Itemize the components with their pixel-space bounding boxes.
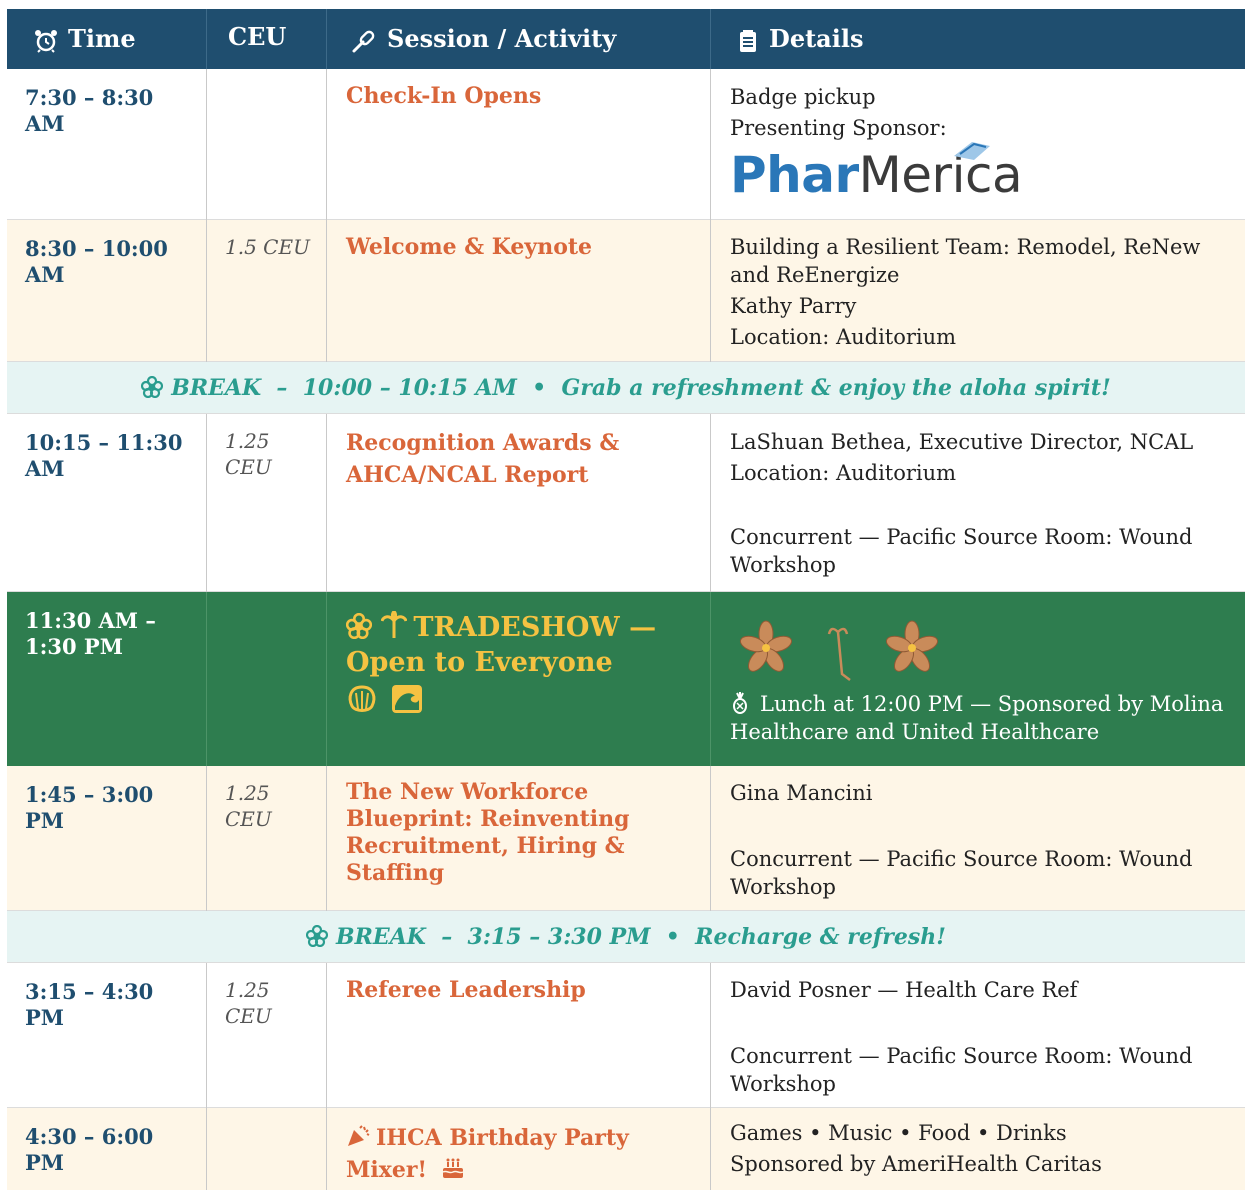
break-label: BREAK – 3:15 – 3:30 PM • Recharge & refr… [336,924,946,950]
table-row: 10:15 – 11:30 AM 1.25 CEU Recognition Aw… [7,414,1245,592]
break-row: BREAK – 10:00 – 10:15 AM • Grab a refres… [7,362,1245,414]
row-ceu: 1.5 CEU [225,235,310,259]
birthday-cake-icon [442,1158,464,1178]
row-details: LaShuan Bethea, Executive Director, NCAL… [730,427,1240,579]
shell-icon [348,685,376,712]
palm-tree-icon [380,610,408,638]
table-row: 7:30 – 8:30 AM Check-In Opens Badge pick… [7,69,1245,220]
row-details: Games • Music • Food • Drinks Sponsored … [730,1118,1240,1180]
row-details: Lunch at 12:00 PM — Sponsored by Molina … [730,612,1240,746]
header-ceu: CEU [228,9,286,69]
logo-mark-icon [954,142,990,160]
birthday-title: IHCA Birthday Party Mixer! [346,1125,629,1183]
row-time: 3:15 – 4:30 PM [25,979,154,1030]
microphone-icon [352,30,375,52]
flower-icon [345,612,373,640]
row-ceu: 1.25 CEU [225,429,272,479]
tradeshow-row: 11:30 AM – 1:30 PM TRADESHOW — Open to E… [7,592,1245,766]
table-row: 4:30 – 6:00 PM IHCA Birthday Party Mixer… [7,1108,1245,1190]
row-details: Gina Mancini Concurrent — Pacific Source… [730,779,1240,901]
detail-line: Location: Auditorium [730,325,957,349]
row-time: 11:30 AM – 1:30 PM [25,608,156,659]
row-details: David Posner — Health Care Ref Concurren… [730,976,1240,1098]
row-time: 7:30 – 8:30 AM [25,85,154,136]
header-session-label: Session / Activity [387,24,617,53]
row-ceu: 1.25 CEU [225,781,272,831]
detail-line: Location: Auditorium [730,461,957,485]
row-time: 8:30 – 10:00 AM [25,236,168,287]
row-time: 4:30 – 6:00 PM [25,1124,154,1175]
lunch-text: Lunch at 12:00 PM — Sponsored by Molina … [730,692,1224,744]
row-session: Referee Leadership [346,977,586,1003]
break-text: BREAK – 10:00 – 10:15 AM • Grab a refres… [7,362,1245,414]
decorative-flowers [730,614,1240,684]
detail-line: Badge pickup [730,85,876,109]
flower-icon [141,375,164,399]
detail-line: David Posner — Health Care Ref [730,978,1078,1002]
detail-line: Sponsored by AmeriHealth Caritas [730,1152,1102,1176]
hibiscus-palm-graphic [739,620,939,681]
party-popper-icon [348,1125,370,1146]
notepad-icon [740,29,756,52]
detail-line: Kathy Parry [730,294,857,318]
detail-line: Building a Resilient Team: Remodel, ReNe… [730,235,1201,287]
row-session: Welcome & Keynote [346,234,593,260]
header-time: Time [34,9,136,69]
detail-line: LaShuan Bethea, Executive Director, NCAL [730,430,1194,454]
row-details: Badge pickup Presenting Sponsor: PharMer… [730,82,1240,202]
header-time-label: Time [68,24,136,53]
flower-icon [305,924,329,948]
row-session: Check-In Opens [346,83,542,109]
table-row: 8:30 – 10:00 AM 1.5 CEU Welcome & Keynot… [7,220,1245,362]
detail-line: Gina Mancini [730,781,873,805]
row-time: 10:15 – 11:30 AM [25,430,183,481]
pharmerica-logo: PharMerica [730,142,1240,202]
header-details: Details [737,9,863,69]
detail-line: Concurrent — Pacific Source Room: Wound … [730,1044,1193,1096]
row-session: The New Workforce Blueprint: Reinventing… [346,779,630,886]
row-session: TRADESHOW — Open to Everyone [345,610,696,723]
detail-line: Concurrent — Pacific Source Room: Wound … [730,525,1193,577]
table-row: 1:45 – 3:00 PM 1.25 CEU The New Workforc… [7,766,1245,911]
header-session: Session / Activity [351,9,616,69]
pineapple-icon [733,692,747,714]
table-header: Time CEU Session / Activity Details [7,9,1245,69]
wave-icon [392,685,423,713]
table-row: 3:15 – 4:30 PM 1.25 CEU Referee Leadersh… [7,963,1245,1108]
break-label: BREAK – 10:00 – 10:15 AM • Grab a refres… [171,375,1111,401]
break-text: BREAK – 3:15 – 3:30 PM • Recharge & refr… [7,911,1245,963]
detail-line: Lunch at 12:00 PM — Sponsored by Molina … [730,690,1240,746]
header-ceu-label: CEU [228,22,287,51]
detail-line: Concurrent — Pacific Source Room: Wound … [730,847,1193,899]
row-details: Building a Resilient Team: Remodel, ReNe… [730,233,1240,351]
alarm-clock-icon [35,29,57,53]
row-session: Recognition Awards & AHCA/NCAL Report [346,430,620,488]
header-details-label: Details [769,24,864,53]
row-time: 1:45 – 3:00 PM [25,782,154,833]
detail-line: Games • Music • Food • Drinks [730,1121,1067,1145]
row-ceu: 1.25 CEU [225,978,272,1028]
break-row: BREAK – 3:15 – 3:30 PM • Recharge & refr… [7,911,1245,963]
row-session: IHCA Birthday Party Mixer! [346,1122,696,1186]
